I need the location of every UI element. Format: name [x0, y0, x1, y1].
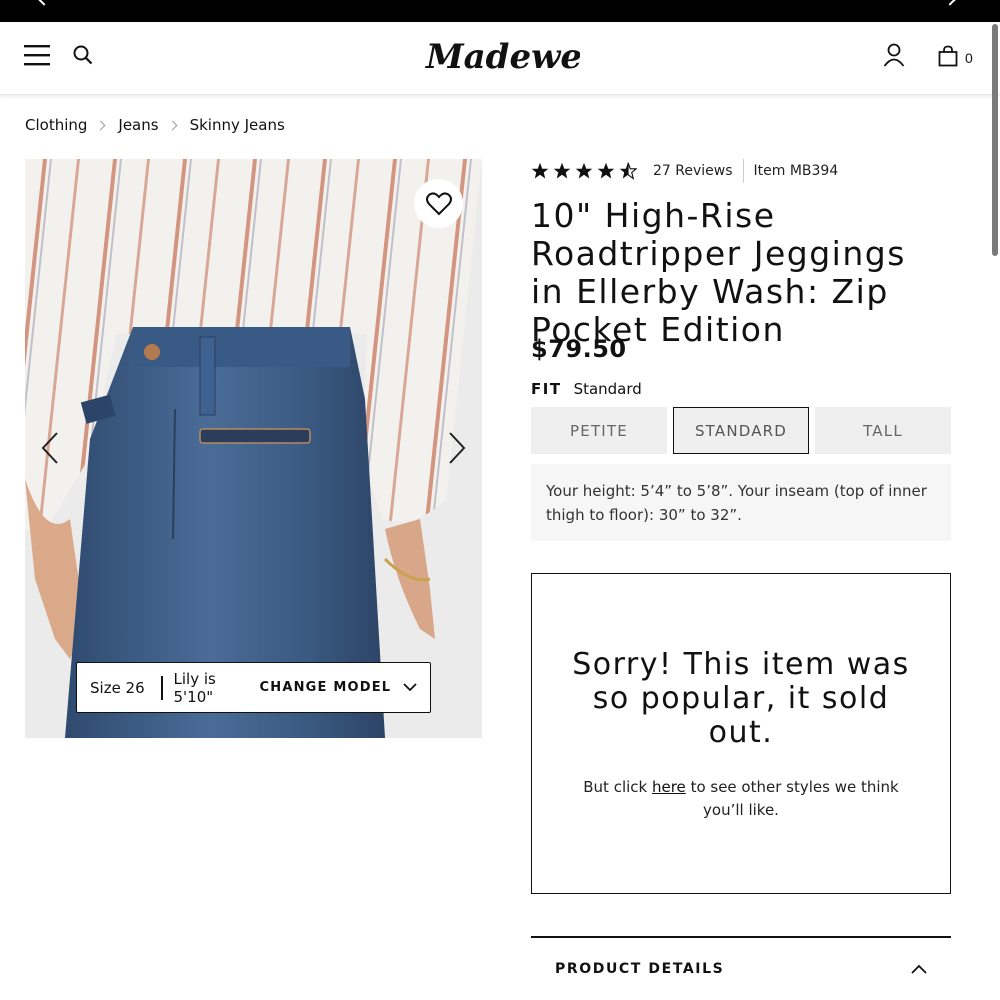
fit-key: FIT: [531, 380, 562, 398]
product-price: $79.50: [531, 335, 627, 363]
prev-image-arrow-icon[interactable]: [33, 430, 69, 466]
model-size: Size 26: [90, 678, 145, 697]
star-icon: [575, 162, 593, 179]
chevron-icon: [944, 0, 956, 6]
chevron-icon: [38, 0, 50, 6]
sold-out-message: But click here to see other styles we th…: [582, 776, 900, 822]
star-icon: [597, 162, 615, 179]
breadcrumb: Clothing Jeans Skinny Jeans: [25, 116, 285, 134]
star-rating[interactable]: [531, 162, 637, 180]
breadcrumb-clothing[interactable]: Clothing: [25, 116, 87, 134]
fit-value: Standard: [573, 380, 642, 398]
fit-option-petite[interactable]: PETITE: [531, 407, 667, 454]
see-other-styles-link[interactable]: here: [652, 778, 686, 796]
half-star-icon: [619, 162, 637, 180]
change-model-label: CHANGE MODEL: [259, 680, 392, 695]
bag-icon[interactable]: [935, 42, 961, 70]
star-icon: [531, 162, 549, 179]
change-model-button[interactable]: CHANGE MODEL: [260, 680, 418, 695]
site-header: Madewell 0: [0, 22, 1000, 95]
divider: [742, 159, 744, 183]
product-details-label: PRODUCT DETAILS: [555, 961, 725, 977]
sold-out-headline: Sorry! This item was so popular, it sold…: [572, 647, 910, 750]
breadcrumb-skinny-jeans[interactable]: Skinny Jeans: [190, 116, 285, 134]
item-number: Item MB394: [753, 163, 839, 179]
fit-option-standard[interactable]: STANDARD: [673, 407, 809, 454]
sold-out-panel: Sorry! This item was so popular, it sold…: [531, 573, 951, 894]
breadcrumb-jeans[interactable]: Jeans: [118, 116, 158, 134]
product-details-toggle[interactable]: PRODUCT DETAILS: [531, 938, 951, 1000]
scrollbar[interactable]: [992, 24, 998, 256]
model-info: Lily is 5'10": [173, 669, 216, 706]
fit-options: PETITE STANDARD TALL: [531, 407, 951, 454]
sold-out-text-after: to see other styles we think you’ll like…: [685, 778, 899, 819]
account-icon[interactable]: [880, 41, 908, 69]
search-icon[interactable]: [70, 42, 96, 68]
top-banner-bar: [0, 0, 1000, 22]
reviews-link[interactable]: 27 Reviews: [653, 163, 733, 179]
menu-icon[interactable]: [22, 40, 52, 70]
cart-count: 0: [965, 50, 973, 66]
next-image-arrow-icon[interactable]: [438, 430, 474, 466]
model-size-bar: Size 26 Lily is 5'10" CHANGE MODEL: [76, 662, 431, 713]
product-image[interactable]: [25, 159, 482, 738]
fit-description: Your height: 5’4” to 5’8”. Your inseam (…: [531, 464, 951, 541]
chevron-right-icon: [167, 120, 178, 130]
sold-out-text-before: But click: [583, 778, 652, 796]
star-icon: [553, 162, 571, 179]
chevron-right-icon: [95, 120, 106, 130]
fit-option-tall[interactable]: TALL: [815, 407, 951, 454]
brand-logo[interactable]: Madewell: [420, 34, 608, 82]
fit-label: FIT Standard: [531, 380, 642, 398]
wishlist-heart-icon[interactable]: [414, 179, 463, 228]
chevron-down-icon: [403, 683, 417, 692]
chevron-up-icon: [911, 964, 927, 974]
product-title: 10" High-Rise Roadtripper Jeggings in El…: [531, 196, 906, 349]
svg-text:Madewell: Madewell: [425, 37, 580, 77]
rating-row: 27 Reviews Item MB394: [531, 159, 838, 183]
